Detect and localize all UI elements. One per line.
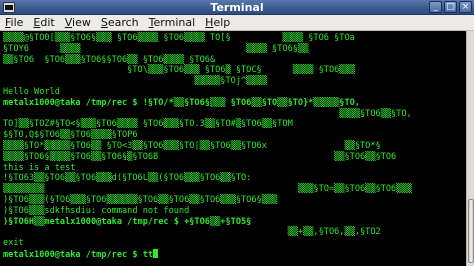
menu-view[interactable]: View: [60, 15, 96, 30]
terminal-line: !§TO63▒▒§TO6▒▒§TO6▒▒▒d(§TO6L▒▒(§TO6▒▒▒§T…: [3, 173, 252, 184]
terminal-line: TO]▒▒§TOZ#§TO<§▒▒▒§TO6▒▒▒▒ §TO6▒▒▒§TO.3▒…: [3, 119, 293, 130]
menu-help[interactable]: Help: [200, 15, 235, 30]
scrollbar-thumb[interactable]: [468, 199, 474, 263]
terminal-line: ▒▒▒▒▒▒▒▒ ▒▒▒§TO=▒▒§TO6▒▒§TO6▒▒▒: [3, 184, 412, 195]
menu-file[interactable]: File: [0, 15, 28, 30]
terminal-line: )§TO6▒▒▒(§TO6▒▒▒§TO6▒▒▒▒▒▒§TO6▒▒§TO6▒▒§T…: [3, 194, 278, 205]
terminal-line: exit: [3, 238, 24, 249]
minimize-button[interactable]: _: [429, 1, 442, 13]
terminal-prompt-line: metalx1000@taka /tmp/rec $ !§TO/*▒▒§TO6§…: [3, 97, 360, 108]
maximize-button[interactable]: □: [444, 1, 457, 13]
terminal-line: ▒▒▒▒§TO*▒▒▒▒▒§TO6▒▒ §TO<3▒▒§TO6▒▒▒§TO|▒▒…: [3, 140, 381, 151]
terminal-output[interactable]: ▒▒▒▒@§TO0[▒▒▒§TO6§▒▒▒ §TO6▒▒▒▒ §TO6▒▒▒▒ …: [0, 31, 466, 266]
terminal-line: $§TO,Q$§TO6▒▒§TO6▒▒▒▒§TOP6: [3, 130, 138, 141]
menu-bar: File Edit View Search Terminal Help: [0, 15, 474, 31]
terminal-line: ▒▒▒▒§TO6▒▒§TO,: [3, 108, 412, 119]
terminal-line: §TOY6 ▒▒▒▒ ▒▒▒▒ §TO6§▒▒: [3, 43, 309, 54]
menu-search[interactable]: Search: [96, 15, 144, 30]
vertical-scrollbar[interactable]: [466, 31, 474, 266]
terminal-line: this is a test: [3, 162, 76, 173]
terminal-prompt-line: )§TO6H▒▒metalx1000@taka /tmp/rec $ +§TO6…: [3, 216, 252, 227]
terminal-current-prompt[interactable]: metalx1000@taka /tmp/rec $ tt: [3, 248, 466, 260]
terminal-line: Hello World: [3, 86, 60, 97]
window-controls: _ □ ×: [429, 1, 472, 13]
window-titlebar[interactable]: Terminal _ □ ×: [0, 0, 474, 15]
terminal-line: §TO\▒▒▒§TO6▒▒▒ §TO6▒ §TOC§ ▒▒▒▒ §TO6▒▒▒: [3, 65, 355, 76]
terminal-line: ▒▒▒▒§TO6§▒▒▒▒§TO6▒▒§TO6§▒§TO6B ▒▒§TO6▒▒§…: [3, 151, 397, 162]
close-button[interactable]: ×: [459, 1, 472, 13]
terminal-prompt-text: metalx1000@taka /tmp/rec $ tt: [3, 249, 154, 260]
terminal-line: )§TO6▒▒▒sdkfhsdiu: command not found: [3, 205, 190, 216]
terminal-line: ▒▒+▒▒,§TO6,▒▒,§TO2: [3, 227, 381, 238]
text-cursor: [153, 248, 159, 258]
window-title: Terminal: [210, 1, 264, 14]
menu-terminal[interactable]: Terminal: [144, 15, 201, 30]
terminal-line: ▒▒▒▒▒§TOj^▒▒▒▒: [3, 76, 267, 87]
terminal-line: ▒▒▒▒@§TO0[▒▒▒§TO6§▒▒▒ §TO6▒▒▒▒ §TO6▒▒▒▒ …: [3, 33, 355, 43]
menu-edit[interactable]: Edit: [28, 15, 59, 30]
terminal-line: ▒▒§TO6 §TO6▒▒▒§TO6§§TO6▒▒ §TO6▒▒▒▒ §TO6&: [3, 54, 216, 65]
